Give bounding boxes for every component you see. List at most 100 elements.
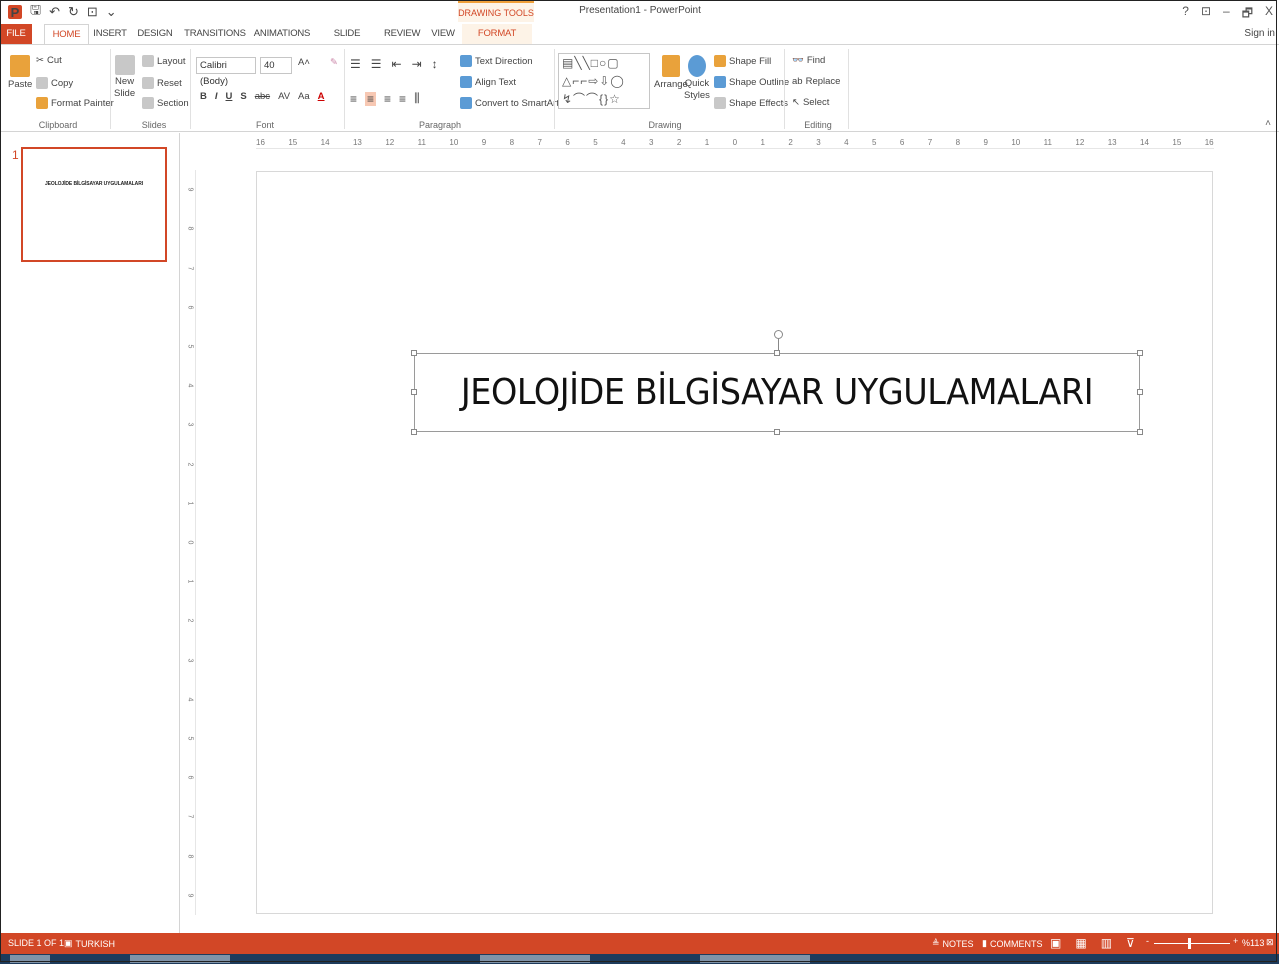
increase-indent-icon[interactable]: ⇥ xyxy=(412,57,422,71)
section-button[interactable]: Section xyxy=(142,97,189,109)
start-from-beginning-icon[interactable]: ⊡ xyxy=(87,4,98,20)
zoom-out-button[interactable]: - xyxy=(1146,936,1149,946)
underline-button[interactable]: U xyxy=(226,91,233,102)
powerpoint-logo-icon[interactable]: P xyxy=(8,5,22,20)
normal-view-icon[interactable]: ▣ xyxy=(1050,936,1061,950)
shape-outline-button[interactable]: Shape Outline xyxy=(714,76,789,88)
shape-effects-button[interactable]: Shape Effects xyxy=(714,97,788,109)
slide[interactable] xyxy=(256,171,1213,914)
tab-design[interactable]: DESIGN xyxy=(134,24,176,44)
resize-handle[interactable] xyxy=(1137,429,1143,435)
tab-view[interactable]: VIEW xyxy=(428,24,458,44)
line-spacing-icon[interactable]: ↕ xyxy=(432,57,438,71)
grow-font-button[interactable]: A˄ xyxy=(298,57,310,68)
resize-handle[interactable] xyxy=(774,429,780,435)
tab-animations[interactable]: ANIMATIONS xyxy=(252,24,312,44)
bullets-icon[interactable]: ☰ xyxy=(350,57,361,71)
tab-slide-show[interactable]: SLIDE SHOW xyxy=(320,24,374,59)
tab-format[interactable]: FORMAT xyxy=(462,24,532,44)
change-case-button[interactable]: Aa xyxy=(298,91,310,102)
tab-review[interactable]: REVIEW xyxy=(384,24,420,44)
tab-insert[interactable]: INSERT xyxy=(92,24,128,44)
columns-icon[interactable]: ⫼ xyxy=(414,91,420,106)
redo-icon[interactable]: ↻ xyxy=(68,4,79,20)
paste-button[interactable]: Paste xyxy=(8,55,32,90)
find-button[interactable]: 👓 Find xyxy=(792,55,825,66)
slide-title[interactable]: JEOLOJİDE BİLGİSAYAR UYGULAMALARI xyxy=(440,354,1113,431)
convert-smartart-button[interactable]: Convert to SmartArt xyxy=(460,97,559,109)
save-icon[interactable]: 🖫 xyxy=(30,1,41,23)
font-color-button[interactable]: A xyxy=(318,91,325,102)
shape-fill-button[interactable]: Shape Fill xyxy=(714,55,771,67)
resize-handle[interactable] xyxy=(774,350,780,356)
zoom-level[interactable]: %113 xyxy=(1242,938,1264,948)
resize-handle[interactable] xyxy=(411,350,417,356)
font-size-select[interactable]: 40 xyxy=(260,57,292,74)
numbering-icon[interactable]: ☰ xyxy=(371,57,382,71)
align-left-icon[interactable]: ≡ xyxy=(350,92,357,106)
quick-styles-button[interactable]: Quick Styles xyxy=(684,55,710,101)
italic-button[interactable]: I xyxy=(215,91,218,102)
zoom-slider-thumb[interactable] xyxy=(1188,938,1191,949)
character-spacing-button[interactable]: AV xyxy=(278,91,290,102)
language-indicator[interactable]: ▣ TURKISH xyxy=(64,938,115,949)
format-painter-button[interactable]: Format Painter xyxy=(36,97,114,109)
decrease-indent-icon[interactable]: ⇤ xyxy=(392,57,402,71)
tab-file[interactable]: FILE xyxy=(0,24,32,44)
sign-in-link[interactable]: Sign in xyxy=(1244,28,1275,39)
text-direction-button[interactable]: Text Direction xyxy=(460,55,533,67)
taskbar-app-icon[interactable] xyxy=(130,955,230,963)
select-button[interactable]: ↖ Select xyxy=(792,97,829,108)
slide-sorter-icon[interactable]: ▦ xyxy=(1075,936,1086,950)
minimize-icon[interactable]: – xyxy=(1223,4,1230,25)
slide-indicator[interactable]: SLIDE 1 OF 1 xyxy=(8,938,64,948)
zoom-in-button[interactable]: + xyxy=(1233,936,1238,946)
shapes-gallery[interactable]: ▤╲╲□○▢ △⌐⌐⇨⇩◯ ↯⌒⌒{}☆ xyxy=(558,53,650,109)
copy-button[interactable]: Copy xyxy=(36,77,73,89)
fit-slide-icon[interactable]: ⊠ xyxy=(1266,937,1274,948)
notes-button[interactable]: ≜ NOTES xyxy=(932,938,974,949)
align-right-icon[interactable]: ≡ xyxy=(384,92,391,106)
resize-handle[interactable] xyxy=(411,429,417,435)
arrange-button[interactable]: Arrange xyxy=(654,55,688,90)
taskbar-app-icon[interactable] xyxy=(700,955,810,963)
ruler-tick-label: 5 xyxy=(186,736,194,741)
bold-button[interactable]: B xyxy=(200,91,207,102)
resize-handle[interactable] xyxy=(1137,350,1143,356)
taskbar-app-icon[interactable] xyxy=(480,955,590,963)
clear-formatting-button[interactable]: ✎ xyxy=(330,57,338,68)
collapse-ribbon-icon[interactable]: ˄ xyxy=(1265,118,1271,129)
scissors-icon: ✂ xyxy=(36,55,44,66)
comments-button[interactable]: ▮ COMMENTS xyxy=(982,938,1042,949)
undo-icon[interactable]: ↶ xyxy=(49,4,60,20)
customize-qat-icon[interactable]: ⌄ xyxy=(106,4,117,20)
ribbon-display-options-icon[interactable]: ⊡ xyxy=(1201,4,1211,25)
cut-button[interactable]: ✂ Cut xyxy=(36,55,62,66)
strikethrough-button[interactable]: abc xyxy=(255,91,270,102)
align-text-button[interactable]: Align Text xyxy=(460,76,516,88)
resize-handle[interactable] xyxy=(1137,389,1143,395)
shadow-button[interactable]: S xyxy=(240,91,246,102)
tab-home[interactable]: HOME xyxy=(44,24,89,45)
rotation-handle[interactable] xyxy=(774,330,783,339)
justify-icon[interactable]: ≡ xyxy=(399,92,406,106)
new-slide-icon xyxy=(114,55,135,75)
layout-button[interactable]: Layout xyxy=(142,55,186,67)
close-icon[interactable]: X xyxy=(1265,4,1273,25)
reset-button[interactable]: Reset xyxy=(142,77,182,89)
taskbar-start-icon[interactable] xyxy=(10,955,50,963)
slide-show-icon[interactable]: ⊽ xyxy=(1126,936,1135,950)
tab-transitions[interactable]: TRANSITIONS xyxy=(184,24,246,44)
resize-handle[interactable] xyxy=(411,389,417,395)
replace-button[interactable]: ab Replace xyxy=(792,76,840,87)
ruler-tick-label: 3 xyxy=(648,137,654,147)
align-center-icon[interactable]: ≡ xyxy=(365,91,377,106)
zoom-slider[interactable] xyxy=(1154,943,1230,944)
reading-view-icon[interactable]: ▥ xyxy=(1101,936,1112,950)
help-icon[interactable]: ? xyxy=(1182,4,1189,25)
title-textbox[interactable]: JEOLOJİDE BİLGİSAYAR UYGULAMALARI xyxy=(414,353,1140,432)
font-name-select[interactable]: Calibri (Body) xyxy=(196,57,256,87)
slide-thumbnail[interactable]: JEOLOJİDE BİLGİSAYAR UYGULAMALARI xyxy=(21,147,167,262)
restore-icon[interactable]: 🗗 xyxy=(1242,4,1253,25)
new-slide-button[interactable]: New Slide xyxy=(114,55,135,99)
